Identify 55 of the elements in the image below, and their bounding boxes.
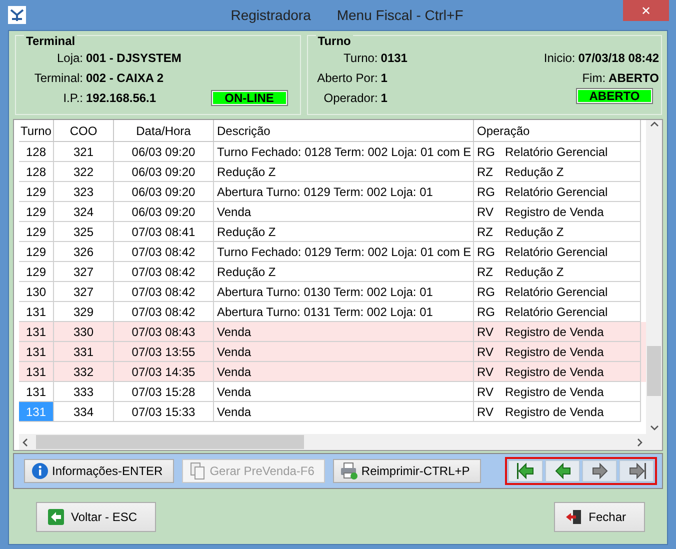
close-button[interactable]: ✕ bbox=[623, 0, 669, 21]
navigation-button[interactable] bbox=[545, 460, 580, 482]
status-indicator: ON-LINE bbox=[210, 90, 288, 106]
table-cell: RV bbox=[474, 402, 502, 422]
horizontal-scrollbar[interactable] bbox=[19, 434, 646, 450]
scrollbar-thumb[interactable] bbox=[36, 435, 304, 449]
scroll-up-icon[interactable] bbox=[650, 120, 658, 129]
window-title: Registradora bbox=[230, 7, 311, 23]
field-value: 192.168.56.1 bbox=[86, 91, 156, 105]
field-label: Aberto Por: bbox=[316, 71, 378, 85]
table-row[interactable]: 131 330 07/03 08:43 Venda RV Registro de Venda bbox=[19, 322, 646, 342]
field-label: I.P.: bbox=[62, 91, 83, 105]
field-label: Turno: bbox=[342, 51, 378, 65]
field-value: 1 bbox=[380, 71, 388, 85]
table-cell: 334 bbox=[54, 402, 114, 422]
scrollbar-thumb[interactable] bbox=[647, 346, 661, 396]
table-row[interactable]: 131 332 07/03 14:35 Venda RV Registro de Venda bbox=[19, 362, 646, 382]
close-button[interactable]: Fechar bbox=[554, 502, 645, 532]
scroll-left-icon[interactable] bbox=[21, 438, 30, 446]
field-label: Inicio: bbox=[544, 51, 576, 65]
table-row[interactable]: 131 331 07/03 13:55 Venda RV Registro de Venda bbox=[19, 342, 646, 362]
field-label: Loja: bbox=[56, 51, 83, 65]
field-value: 07/03/18 08:42 bbox=[578, 51, 659, 65]
toolbar-button[interactable]: Reimprimir-CTRL+P bbox=[333, 459, 481, 483]
field-value: 001 - DJSYSTEM bbox=[86, 51, 182, 65]
table-cell: Venda bbox=[214, 402, 474, 422]
field-label: Fim: bbox=[582, 71, 606, 85]
table-cell: 131 bbox=[19, 402, 54, 422]
field-label: Operador: bbox=[322, 91, 378, 105]
table-cell: Registro de Venda bbox=[502, 402, 641, 422]
app-icon bbox=[8, 6, 26, 24]
scroll-down-icon[interactable] bbox=[650, 423, 658, 432]
table-cell: 07/03 15:33 bbox=[114, 402, 214, 422]
navigation-button[interactable] bbox=[508, 460, 543, 482]
exit-door-icon bbox=[564, 508, 583, 526]
status-indicator: ABERTO bbox=[576, 88, 653, 104]
field-value: ABERTO bbox=[608, 71, 659, 85]
field-value: 1 bbox=[380, 91, 388, 105]
group-title: Terminal bbox=[24, 34, 78, 48]
vertical-scrollbar[interactable] bbox=[646, 120, 662, 434]
field-label: Terminal: bbox=[33, 71, 83, 85]
back-button[interactable]: Voltar - ESC bbox=[36, 502, 156, 532]
printer-icon bbox=[340, 462, 358, 480]
window-subtitle: Menu Fiscal - Ctrl+F bbox=[336, 7, 464, 23]
field-value: 0131 bbox=[380, 51, 408, 65]
documents-icon bbox=[188, 462, 207, 480]
group-title: Turno bbox=[316, 34, 353, 48]
right-arrow-icon bbox=[628, 462, 646, 480]
toolbar-button[interactable]: Informações-ENTER bbox=[24, 459, 174, 483]
info-icon bbox=[31, 462, 49, 480]
left-arrow-icon bbox=[516, 462, 534, 480]
field-value: 002 - CAIXA 2 bbox=[86, 71, 164, 85]
scroll-right-icon[interactable] bbox=[635, 438, 644, 446]
right-arrow-icon bbox=[590, 462, 608, 480]
left-arrow-icon bbox=[554, 462, 572, 480]
